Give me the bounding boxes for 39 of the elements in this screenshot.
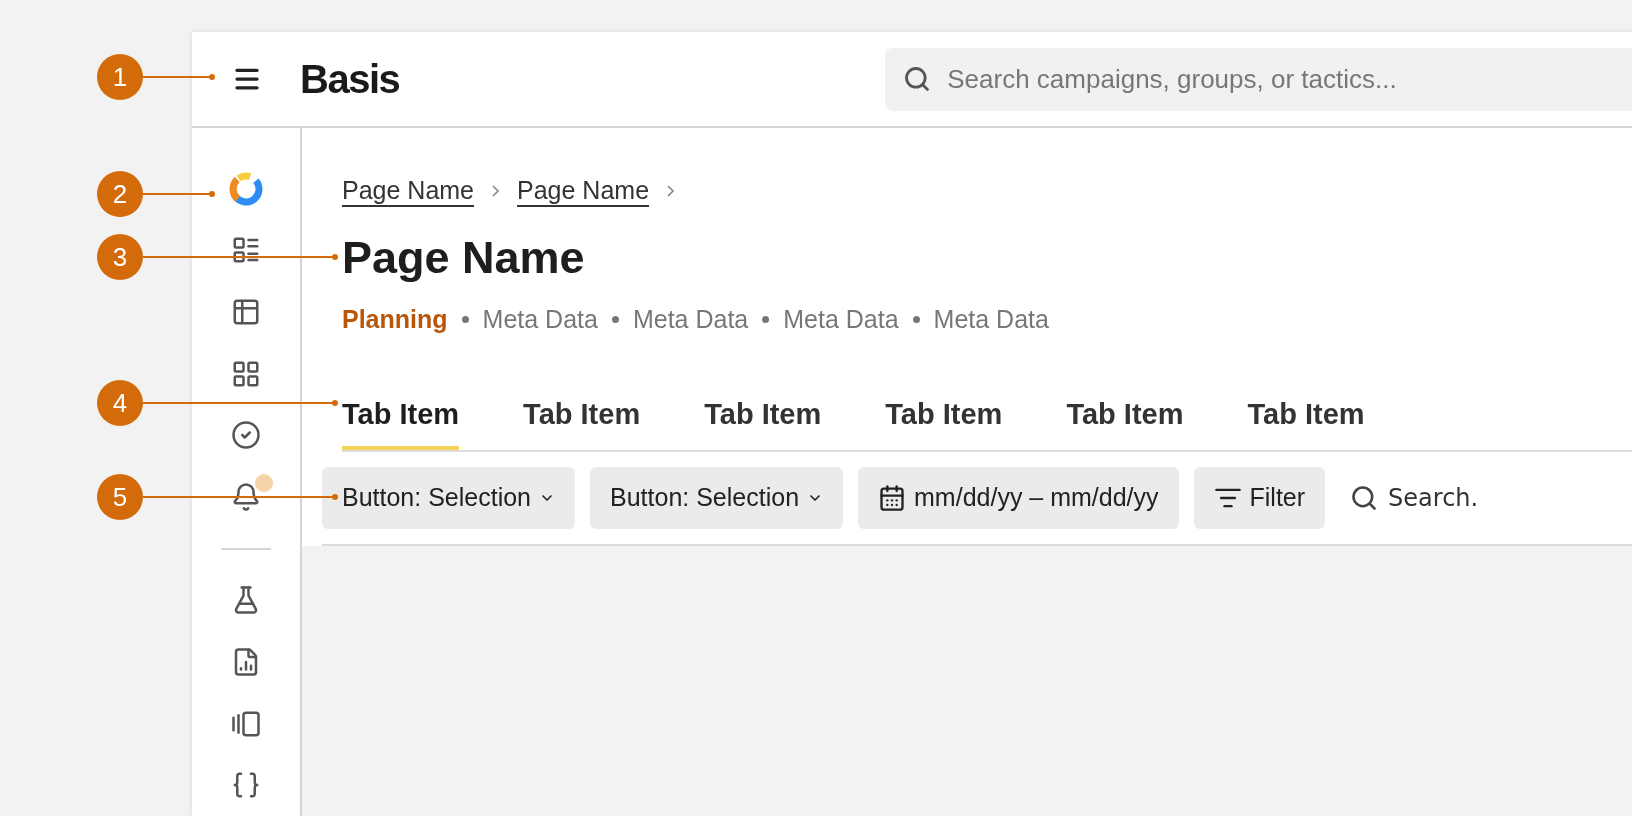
- meta-text: Meta Data: [482, 304, 598, 335]
- tab[interactable]: Tab Item: [1247, 392, 1365, 450]
- tab[interactable]: Tab Item: [523, 392, 641, 450]
- app-logo: Basis: [300, 56, 400, 103]
- selection-dropdown[interactable]: Button: Selection: [590, 467, 844, 529]
- page-title: Page Name: [342, 230, 586, 285]
- chevron-icon: [492, 184, 500, 197]
- tab[interactable]: Tab Item: [1066, 392, 1184, 450]
- filter-button[interactable]: Filter: [1193, 467, 1326, 529]
- table-icon[interactable]: [231, 297, 261, 327]
- callout-number: 4: [97, 380, 143, 426]
- braces-icon[interactable]: [231, 770, 261, 801]
- status-label: Planning: [342, 304, 448, 335]
- search-icon: [1350, 484, 1379, 512]
- list-icon[interactable]: [231, 235, 261, 266]
- search-field[interactable]: Search.: [1388, 480, 1479, 516]
- callout-number: 1: [97, 54, 143, 100]
- meta-text: Meta Data: [632, 304, 749, 335]
- calendar-icon: [878, 484, 907, 512]
- tab[interactable]: Tab Item: [704, 392, 822, 450]
- date-range-button[interactable]: mm/dd/yy – mm/dd/yy: [858, 467, 1179, 529]
- callout-number: 5: [97, 474, 143, 520]
- check-circle-icon[interactable]: [231, 420, 261, 451]
- bell-icon[interactable]: [231, 481, 261, 512]
- chevron-icon: [667, 184, 675, 197]
- meta-text: Meta Data: [783, 304, 899, 335]
- breadcrumb-link[interactable]: Page Name: [517, 172, 650, 210]
- meta-text: Meta Data: [933, 304, 1049, 335]
- tab[interactable]: Tab Item: [342, 392, 460, 450]
- leader-line: [143, 76, 213, 78]
- tab[interactable]: Tab Item: [885, 392, 1003, 450]
- breadcrumb-link[interactable]: Page Name: [342, 172, 475, 210]
- search-field[interactable]: Search campaigns, groups, or tactics...: [885, 47, 1632, 111]
- callout-number: 3: [97, 234, 143, 280]
- callout-number: 2: [97, 171, 143, 217]
- leader-line: [143, 193, 213, 195]
- selection-dropdown[interactable]: Button: Selection: [322, 467, 575, 529]
- search-icon: [903, 64, 932, 93]
- brand-logo-icon[interactable]: [228, 170, 264, 207]
